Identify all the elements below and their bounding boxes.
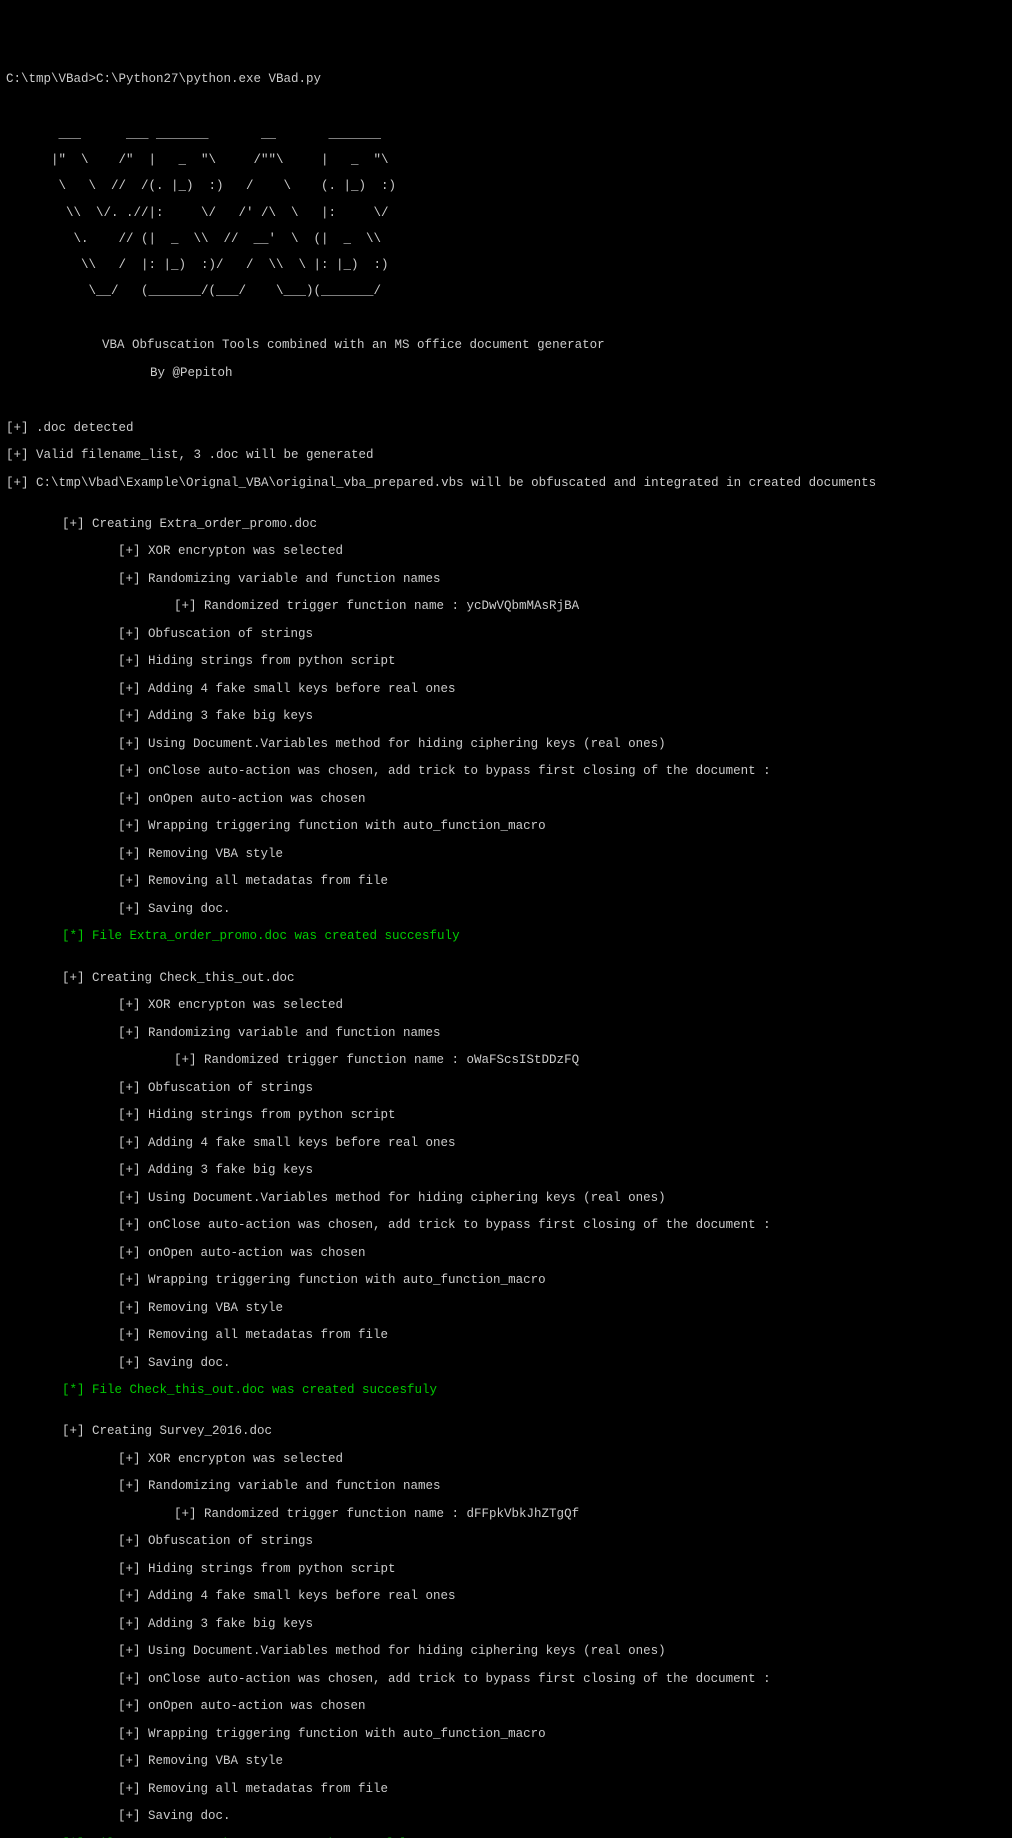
step-line: [+] Adding 4 fake small keys before real… [6, 1590, 1006, 1604]
step-line: [+] Wrapping triggering function with au… [6, 820, 1006, 834]
step-line: [+] Removing VBA style [6, 1302, 1006, 1316]
status-line: [+] Valid filename_list, 3 .doc will be … [6, 449, 1006, 463]
description-line: VBA Obfuscation Tools combined with an M… [6, 339, 1006, 353]
ascii-logo-line: \. // (| _ \\ // __' \ (| _ \\ [6, 233, 1006, 246]
create-doc-line: [+] Creating Survey_2016.doc [6, 1425, 1006, 1439]
step-line: [+] Adding 3 fake big keys [6, 1618, 1006, 1632]
step-line: [+] Obfuscation of strings [6, 628, 1006, 642]
step-line: [+] Obfuscation of strings [6, 1535, 1006, 1549]
success-line: [*] File Extra_order_promo.doc was creat… [6, 930, 1006, 944]
step-line: [+] XOR encrypton was selected [6, 1453, 1006, 1467]
ascii-logo-line: \\ / |: |_) :)/ / \\ \ |: |_) :) [6, 259, 1006, 272]
trigger-line: [+] Randomized trigger function name : o… [6, 1054, 1006, 1068]
step-line: [+] onClose auto-action was chosen, add … [6, 765, 1006, 779]
step-line: [+] Adding 4 fake small keys before real… [6, 683, 1006, 697]
prompt-line: C:\tmp\VBad>C:\Python27\python.exe VBad.… [6, 73, 1006, 87]
ascii-logo-line: \__/ (_______/(___/ \___)(_______/ [6, 285, 1006, 298]
step-line: [+] Wrapping triggering function with au… [6, 1274, 1006, 1288]
step-line: [+] Removing VBA style [6, 848, 1006, 862]
step-line: [+] Hiding strings from python script [6, 1109, 1006, 1123]
step-line: [+] Adding 3 fake big keys [6, 710, 1006, 724]
step-line: [+] Using Document.Variables method for … [6, 1192, 1006, 1206]
create-doc-line: [+] Creating Check_this_out.doc [6, 972, 1006, 986]
step-line: [+] Adding 4 fake small keys before real… [6, 1137, 1006, 1151]
step-line: [+] Randomizing variable and function na… [6, 1027, 1006, 1041]
success-line: [*] File Check_this_out.doc was created … [6, 1384, 1006, 1398]
author-line: By @Pepitoh [6, 367, 1006, 381]
step-line: [+] onOpen auto-action was chosen [6, 793, 1006, 807]
step-line: [+] Hiding strings from python script [6, 655, 1006, 669]
step-line: [+] Using Document.Variables method for … [6, 738, 1006, 752]
step-line: [+] Randomizing variable and function na… [6, 1480, 1006, 1494]
step-line: [+] XOR encrypton was selected [6, 999, 1006, 1013]
ascii-logo-line: \ \ // /(. |_) :) / \ (. |_) :) [6, 180, 1006, 193]
status-line: [+] C:\tmp\Vbad\Example\Orignal_VBA\orig… [6, 477, 1006, 491]
step-line: [+] Removing VBA style [6, 1755, 1006, 1769]
step-line: [+] Adding 3 fake big keys [6, 1164, 1006, 1178]
create-doc-line: [+] Creating Extra_order_promo.doc [6, 518, 1006, 532]
step-line: [+] Removing all metadatas from file [6, 875, 1006, 889]
step-line: [+] onClose auto-action was chosen, add … [6, 1673, 1006, 1687]
status-line: [+] .doc detected [6, 422, 1006, 436]
step-line: [+] Randomizing variable and function na… [6, 573, 1006, 587]
step-line: [+] onOpen auto-action was chosen [6, 1700, 1006, 1714]
step-line: [+] Saving doc. [6, 1810, 1006, 1824]
step-line: [+] Removing all metadatas from file [6, 1329, 1006, 1343]
ascii-logo-line: |" \ /" | _ "\ /""\ | _ "\ [6, 154, 1006, 167]
trigger-line: [+] Randomized trigger function name : d… [6, 1508, 1006, 1522]
step-line: [+] Hiding strings from python script [6, 1563, 1006, 1577]
step-line: [+] Removing all metadatas from file [6, 1783, 1006, 1797]
step-line: [+] Saving doc. [6, 903, 1006, 917]
step-line: [+] Using Document.Variables method for … [6, 1645, 1006, 1659]
step-line: [+] onClose auto-action was chosen, add … [6, 1219, 1006, 1233]
terminal-output: C:\tmp\VBad>C:\Python27\python.exe VBad.… [6, 59, 1006, 1838]
ascii-logo-line: ___ ___ _______ __ _______ [6, 128, 1006, 141]
step-line: [+] XOR encrypton was selected [6, 545, 1006, 559]
step-line: [+] onOpen auto-action was chosen [6, 1247, 1006, 1261]
trigger-line: [+] Randomized trigger function name : y… [6, 600, 1006, 614]
step-line: [+] Saving doc. [6, 1357, 1006, 1371]
step-line: [+] Obfuscation of strings [6, 1082, 1006, 1096]
step-line: [+] Wrapping triggering function with au… [6, 1728, 1006, 1742]
ascii-logo-line: \\ \/. .//|: \/ /' /\ \ |: \/ [6, 207, 1006, 220]
